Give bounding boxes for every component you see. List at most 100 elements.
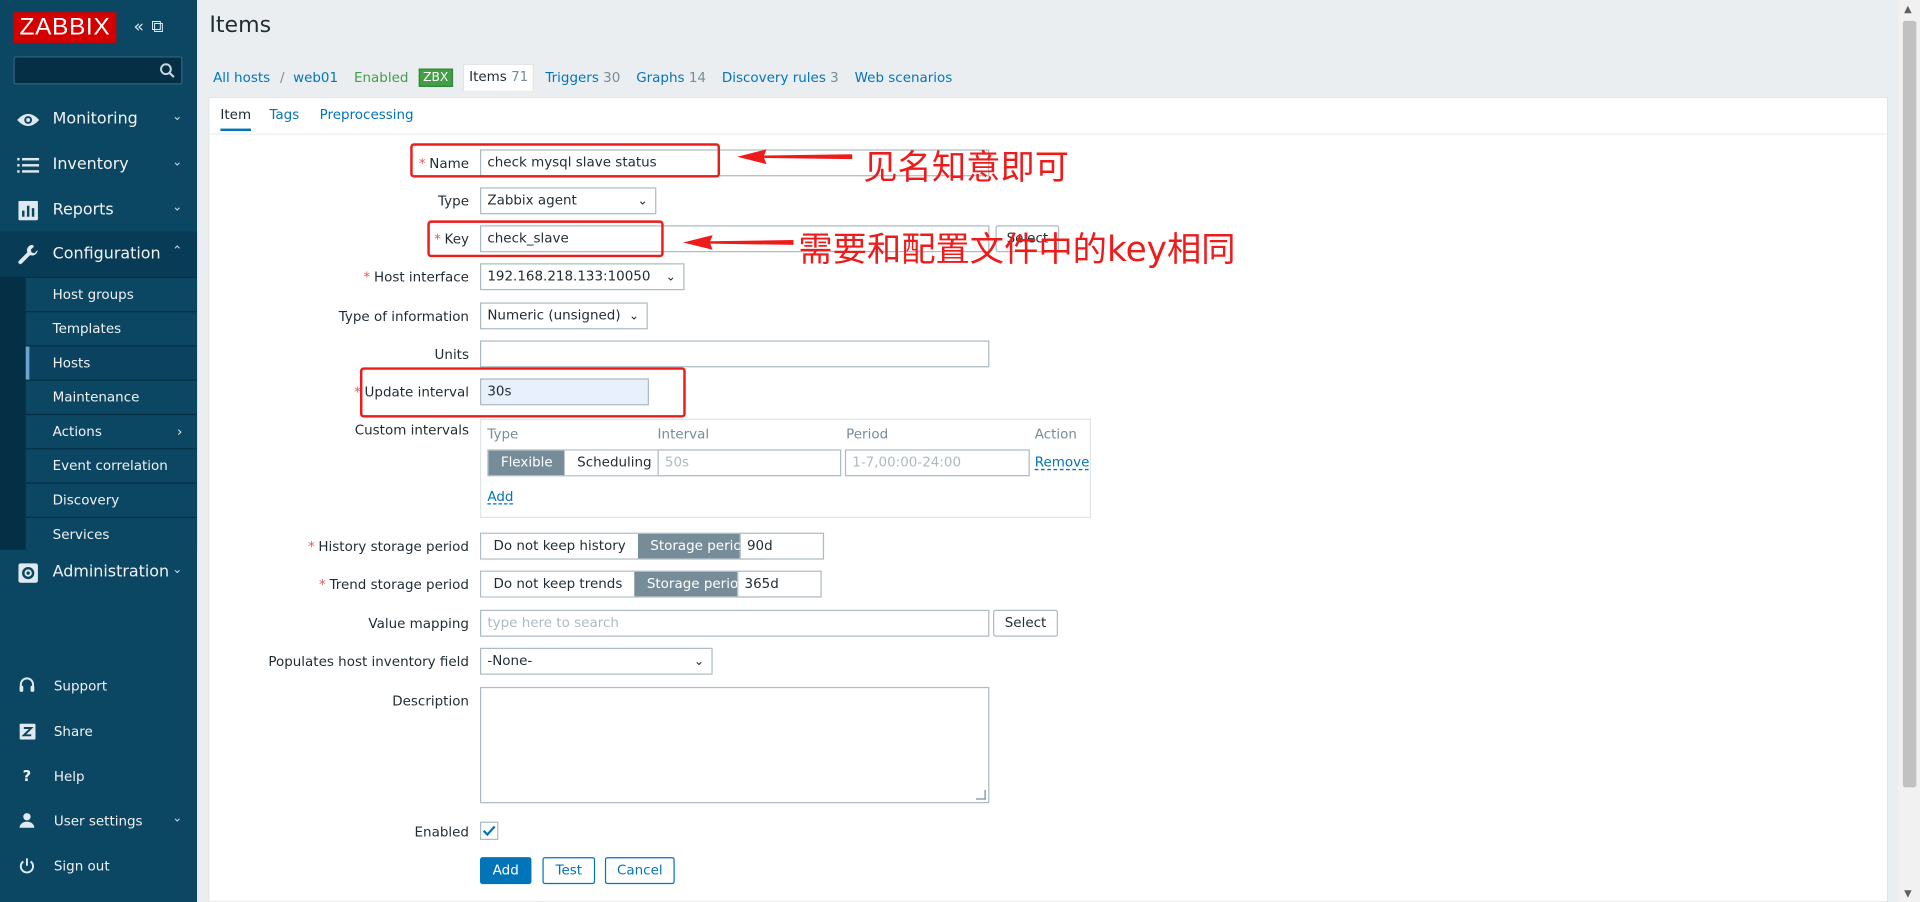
gear-icon [15,561,42,583]
host-status[interactable]: Enabled [349,66,413,89]
graphs-link[interactable]: Graphs 14 [631,66,711,89]
arrow-left-icon [683,235,794,250]
sidebar-search-input[interactable] [13,56,183,85]
key-annotation-box [427,220,664,258]
web-scenarios-link[interactable]: Web scenarios [850,66,957,89]
menu-administration[interactable]: Administration ⌄ [0,550,197,595]
submenu-services[interactable]: Services [25,517,198,552]
page-scrollbar[interactable]: ▲ ▼ [1899,0,1920,902]
add-interval-link[interactable]: Add [487,489,513,505]
form-tabs: Item Tags Preprocessing [209,98,1887,135]
units-input[interactable] [480,340,990,368]
trend-period-input[interactable]: 365d [737,570,822,598]
type-select[interactable]: Zabbix agent ⌄ [480,187,657,215]
resize-handle-icon[interactable] [975,789,986,800]
question-icon: ? [22,767,32,785]
breadcrumb-separator: / [279,69,285,86]
footer-sign-out[interactable]: Sign out [0,847,197,884]
tab-item[interactable]: Item [220,107,252,132]
menu-inventory[interactable]: Inventory ⌄ [0,142,197,187]
scroll-down-icon[interactable]: ▼ [1904,888,1912,899]
all-hosts-link[interactable]: All hosts [208,66,275,89]
triggers-link[interactable]: Triggers 30 [540,66,625,89]
type-of-information-value: Numeric (unsigned) [487,307,621,324]
cancel-button[interactable]: Cancel [604,857,675,885]
custom-period-input[interactable]: 1-7,00:00-24:00 [844,449,1030,477]
tab-tags[interactable]: Tags [269,107,299,123]
test-button[interactable]: Test [542,857,596,885]
footer-share[interactable]: Share [0,713,197,750]
menu-configuration[interactable]: Configuration ⌃ [0,231,198,277]
bar-chart-icon [15,199,42,221]
interval-type-toggle: Flexible Scheduling [487,449,666,477]
submenu-hosts[interactable]: Hosts [25,346,198,380]
footer-user-settings[interactable]: User settings ⌄ [0,802,197,839]
footer-help[interactable]: ? Help [0,758,197,795]
footer-label: Sign out [53,857,110,874]
trend-off-option[interactable]: Do not keep trends [481,571,635,597]
menu-label: Reports [52,200,114,220]
chevron-down-icon: ⌄ [628,309,640,324]
zabbix-logo[interactable]: ZABBIX [13,12,117,43]
custom-intervals-label: Custom intervals [354,422,469,439]
type-of-information-select[interactable]: Numeric (unsigned) ⌄ [480,302,648,330]
zbx-availability-badge: ZBX [418,67,454,87]
triggers-count: 30 [603,69,621,86]
col-interval: Interval [657,426,710,443]
value-mapping-label: Value mapping [368,615,469,632]
search-icon[interactable] [159,62,175,78]
required-mark: * [363,269,371,286]
custom-interval-input[interactable]: 50s [657,449,842,477]
kiosk-mode-icon[interactable]: ⧉ [151,17,171,37]
host-interface-select[interactable]: 192.168.218.133:10050 ⌄ [480,263,685,291]
scheduling-option[interactable]: Scheduling [564,450,664,476]
menu-monitoring[interactable]: Monitoring ⌄ [0,97,197,142]
enabled-checkbox[interactable] [480,821,499,841]
key-annotation-text: 需要和配置文件中的key相同 [798,228,1236,270]
value-mapping-input[interactable]: type here to search [480,609,990,637]
chevron-down-icon: ⌄ [172,200,183,215]
type-of-information-label: Type of information [338,308,469,325]
menu-reports[interactable]: Reports ⌄ [0,187,197,232]
discovery-rules-link[interactable]: Discovery rules 3 [717,66,844,89]
submenu-actions[interactable]: Actions › [25,415,198,449]
chevron-down-icon: ⌄ [172,110,183,124]
description-textarea[interactable] [480,686,990,804]
share-z-icon [17,721,37,741]
history-mode-toggle: Do not keep history Storage period [480,532,764,560]
host-link[interactable]: web01 [288,66,343,89]
submenu-templates[interactable]: Templates [25,312,198,346]
main-content: Items All hosts / web01 Enabled ZBX Item… [197,0,1900,902]
add-button[interactable]: Add [480,857,532,885]
collapse-sidebar-icon[interactable]: « [133,17,151,37]
power-icon [17,856,37,876]
description-label: Description [392,693,469,709]
host-interface-label-text: Host interface [373,269,469,286]
submenu-maintenance[interactable]: Maintenance [25,380,198,414]
value-mapping-select-button[interactable]: Select [993,609,1058,637]
footer-support[interactable]: Support [0,667,197,704]
history-period-input[interactable]: 90d [739,532,825,560]
user-icon [17,811,37,831]
scrollbar-thumb[interactable] [1902,20,1917,788]
items-tab-link[interactable]: Items 71 [462,63,535,91]
submenu-event-correlation[interactable]: Event correlation [25,449,198,483]
placeholder: type here to search [487,614,619,631]
footer-label: Share [53,723,93,739]
submenu-discovery[interactable]: Discovery [25,483,198,517]
flexible-option[interactable]: Flexible [488,450,565,476]
arrow-left-icon [737,149,853,165]
inventory-field-select[interactable]: -None- ⌄ [480,647,713,675]
triggers-label: Triggers [545,69,599,86]
tab-preprocessing[interactable]: Preprocessing [320,107,414,123]
remove-interval-link[interactable]: Remove [1035,454,1090,470]
submenu-host-groups[interactable]: Host groups [25,277,198,312]
placeholder: 50s [664,454,690,471]
required-mark: * [319,576,326,593]
type-label: Type [438,193,469,210]
scroll-up-icon[interactable]: ▲ [1904,4,1912,15]
graphs-label: Graphs [636,69,685,86]
history-off-option[interactable]: Do not keep history [481,533,639,559]
name-annotation-box [410,143,721,178]
custom-intervals-table: Type Interval Period Action Flexible Sch… [480,418,1092,518]
